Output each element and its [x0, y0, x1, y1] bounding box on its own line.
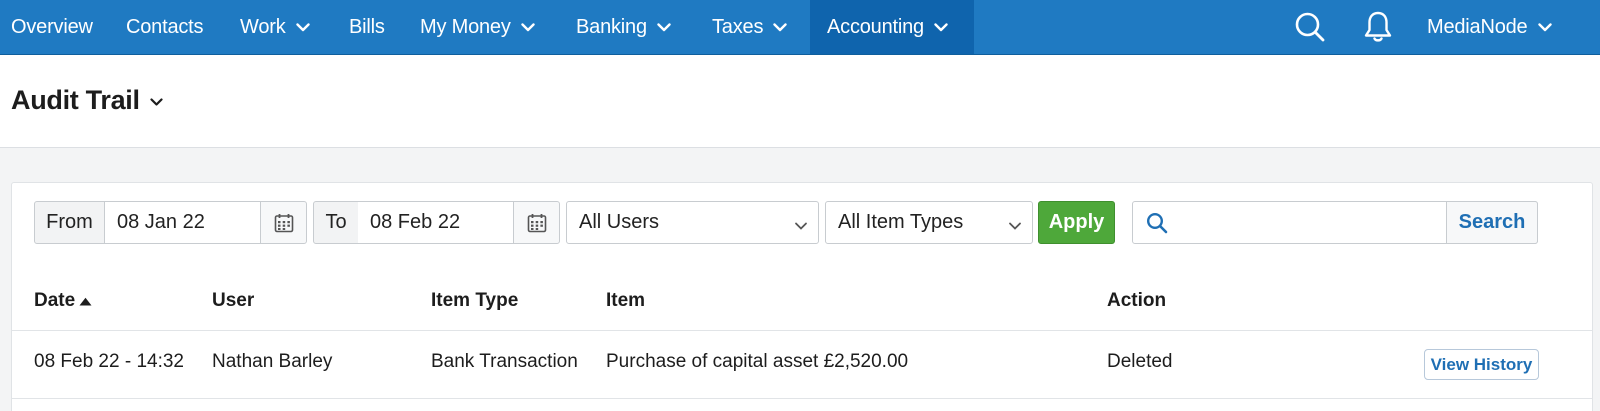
from-date-input[interactable]: 08 Jan 22: [105, 201, 261, 244]
to-label-text: To: [325, 211, 347, 233]
nav-taxes[interactable]: Taxes: [712, 0, 787, 54]
nav-work[interactable]: Work: [240, 0, 310, 54]
column-item-label: Item: [606, 290, 646, 311]
to-date-value: 08 Feb 22: [370, 211, 461, 233]
from-date-value: 08 Jan 22: [117, 211, 205, 233]
column-user-label: User: [212, 290, 255, 311]
calendar-icon: [274, 213, 293, 232]
item-types-select-value: All Item Types: [838, 211, 964, 233]
cell-action: Deleted: [1107, 351, 1173, 372]
from-label: From: [34, 201, 105, 244]
from-label-text: From: [46, 211, 93, 233]
from-calendar-button[interactable]: [260, 201, 307, 244]
cell-item-type: Bank Transaction: [431, 351, 578, 372]
nav-bills[interactable]: Bills: [349, 0, 385, 54]
chevron-down-icon: [773, 22, 787, 32]
view-history-button[interactable]: View History: [1424, 349, 1539, 380]
nav-label: My Money: [420, 15, 511, 38]
chevron-down-icon: [295, 22, 310, 32]
chevron-down-icon: [794, 216, 808, 239]
search-icon[interactable]: [1290, 0, 1330, 54]
page-title[interactable]: Audit Trail: [11, 85, 163, 116]
cell-user: Nathan Barley: [212, 351, 333, 372]
column-date-label: Date: [34, 290, 76, 311]
nav-label: Bills: [349, 15, 385, 38]
search-input[interactable]: [1179, 202, 1445, 243]
column-action-label: Action: [1107, 290, 1167, 311]
to-label: To: [313, 201, 359, 244]
chevron-down-icon: [657, 22, 671, 32]
column-date[interactable]: Date: [34, 290, 92, 312]
cell-date: 08 Feb 22 - 14:32: [34, 351, 184, 372]
search-button[interactable]: Search: [1446, 201, 1538, 244]
to-date-input[interactable]: 08 Feb 22: [358, 201, 514, 244]
search-label: Search: [1458, 211, 1526, 233]
page-title-text: Audit Trail: [11, 85, 140, 115]
chevron-down-icon: [150, 98, 163, 106]
to-calendar-button[interactable]: [513, 201, 560, 244]
nav-overview[interactable]: Overview: [11, 0, 93, 54]
chevron-down-icon: [934, 22, 948, 32]
column-action[interactable]: Action: [1107, 290, 1166, 312]
nav-label: Contacts: [126, 15, 204, 38]
nav-label: Overview: [11, 15, 93, 38]
item-types-select[interactable]: All Item Types: [825, 201, 1033, 244]
row-divider: [12, 398, 1592, 399]
nav-contacts[interactable]: Contacts: [126, 0, 204, 54]
account-name: MediaNode: [1427, 15, 1528, 38]
apply-label: Apply: [1048, 211, 1105, 233]
apply-button[interactable]: Apply: [1038, 201, 1115, 244]
nav-label: Banking: [576, 15, 647, 38]
column-item[interactable]: Item: [606, 290, 645, 312]
nav-accounting[interactable]: Accounting: [810, 0, 974, 54]
users-select-value: All Users: [579, 211, 660, 233]
cell-item: Purchase of capital asset £2,520.00: [606, 351, 909, 372]
search-icon: [1146, 212, 1168, 239]
page-header: Audit Trail: [0, 55, 1600, 148]
nav-banking[interactable]: Banking: [576, 0, 671, 54]
header-divider: [12, 330, 1592, 331]
bell-icon[interactable]: [1360, 0, 1396, 54]
view-history-label: View History: [1430, 354, 1533, 374]
nav-my-money[interactable]: My Money: [420, 0, 535, 54]
nav-label: Accounting: [827, 15, 924, 38]
search-field: Search: [1132, 201, 1538, 244]
nav-label: Work: [240, 15, 286, 38]
account-menu[interactable]: MediaNode: [1427, 0, 1552, 54]
nav-label: Taxes: [712, 15, 764, 38]
sort-ascending-icon: [79, 297, 92, 306]
chevron-down-icon: [1537, 22, 1552, 32]
users-select[interactable]: All Users: [566, 201, 819, 244]
top-navigation: Overview Contacts Work Bills My Money Ba…: [0, 0, 1600, 55]
chevron-down-icon: [1008, 216, 1022, 239]
calendar-icon: [527, 213, 546, 232]
column-user[interactable]: User: [212, 290, 254, 312]
column-item-type[interactable]: Item Type: [431, 290, 518, 312]
chevron-down-icon: [520, 22, 535, 32]
column-item-type-label: Item Type: [431, 290, 519, 311]
